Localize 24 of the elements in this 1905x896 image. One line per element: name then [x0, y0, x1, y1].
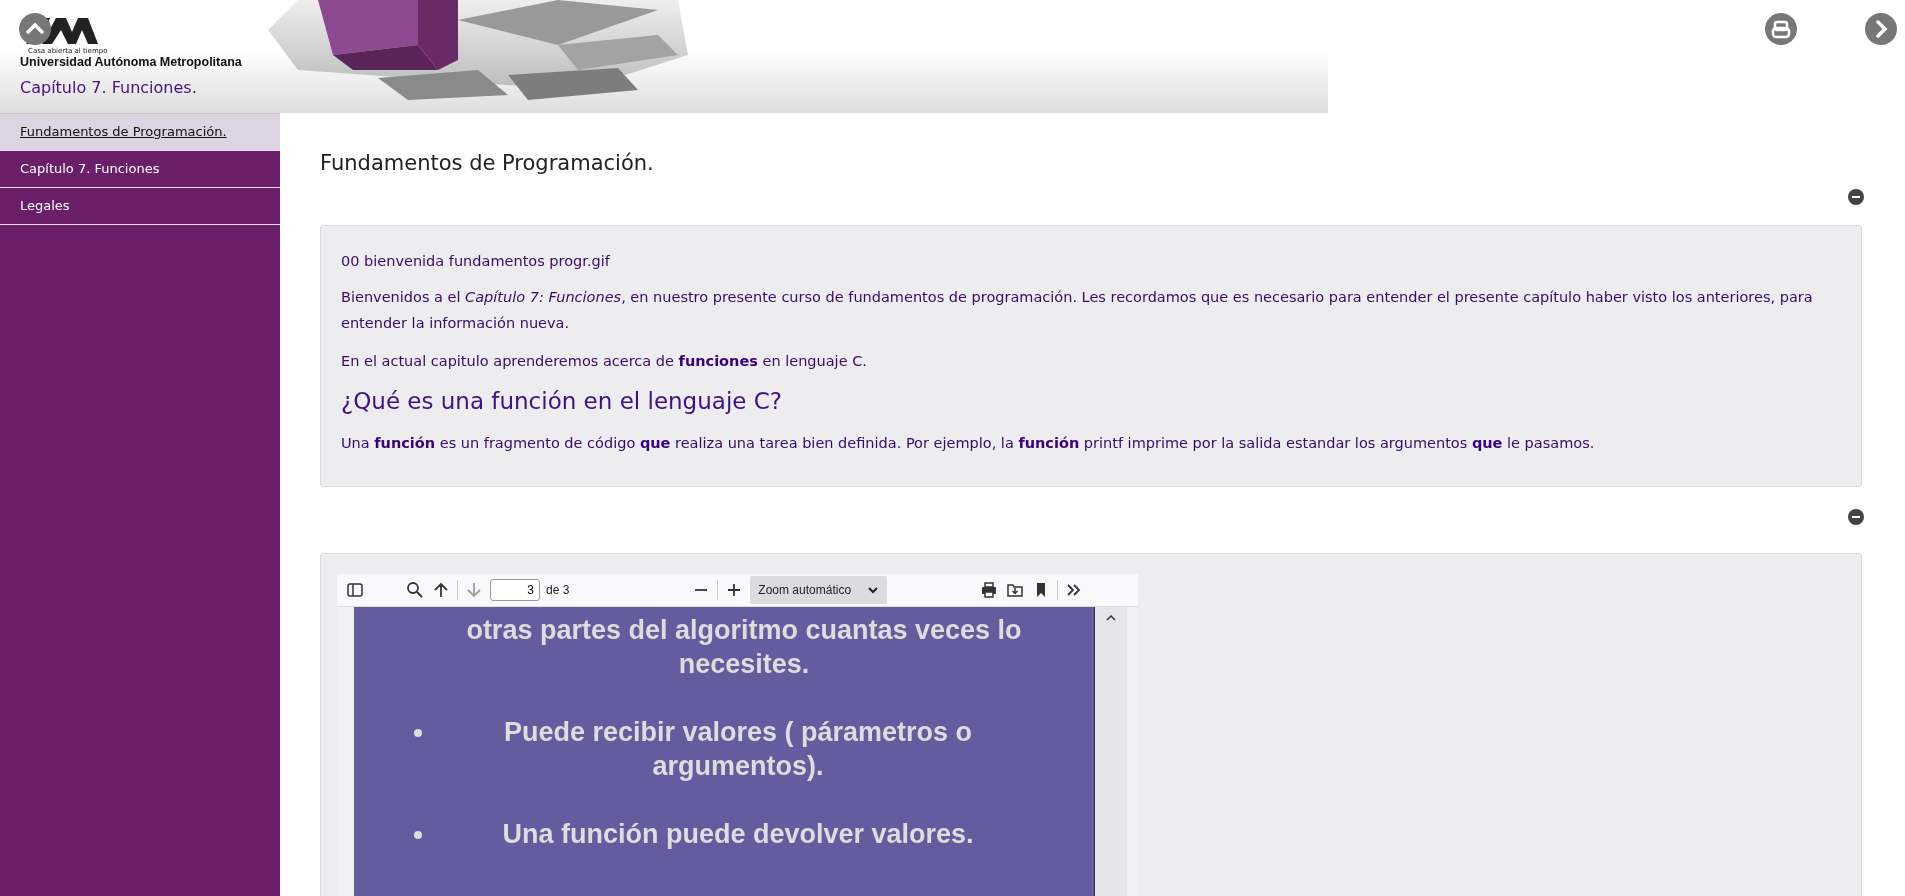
- zoom-select[interactable]: Zoom automático: [750, 576, 888, 604]
- caret-up-icon[interactable]: [1105, 613, 1117, 623]
- page-number-field[interactable]: 3: [490, 579, 540, 601]
- sidebar-item[interactable]: Capítulo 7. Funciones: [0, 151, 280, 188]
- slide-text: otras partes del algoritmo cuantas veces lo necesites.: [465, 614, 1023, 681]
- chevron-down-icon: [867, 585, 880, 595]
- sidebar-toggle-icon[interactable]: [345, 580, 365, 600]
- paragraph: Bienvenidos a el Capítulo 7: Funciones, en nuestro presente curso de fundamentos de programación. Les recordamos que es necesario para entender el presente capítulo haber visto los anteriores, para entender la información nueva.: [341, 288, 1814, 333]
- paragraph: Una función es un fragmento de código que realiza una tarea bien definida. Por ejemplo, la función printf imprime por la salida estandar los argumentos que le pasamos.: [341, 434, 1596, 453]
- page-title: Fundamentos de Programación.: [320, 151, 655, 175]
- chapter-title: Capítulo 7. Funciones.: [20, 78, 198, 97]
- print-icon[interactable]: [1765, 13, 1797, 45]
- collapse-icon[interactable]: [1848, 189, 1864, 205]
- slide-text: Una función puede devolver valores.: [501, 818, 975, 851]
- slide-text: Puede recibir valores ( párametros o argumentos).: [502, 716, 974, 783]
- paragraph: En el actual capitulo aprenderemos acerca de funciones en lenguaje C.: [341, 352, 868, 371]
- page-count: de 3: [546, 583, 570, 597]
- section-heading: ¿Qué es una función en el lenguaje C?: [341, 387, 783, 416]
- collapse-icon[interactable]: [1848, 509, 1864, 525]
- sidebar-item[interactable]: Legales: [0, 188, 280, 225]
- university-name: Universidad Autónoma Metropolitana: [20, 55, 242, 69]
- search-icon[interactable]: [405, 580, 425, 600]
- image-caption: 00 bienvenida fundamentos progr.gif: [341, 252, 611, 271]
- sidebar-item[interactable]: Fundamentos de Programación.: [0, 114, 280, 151]
